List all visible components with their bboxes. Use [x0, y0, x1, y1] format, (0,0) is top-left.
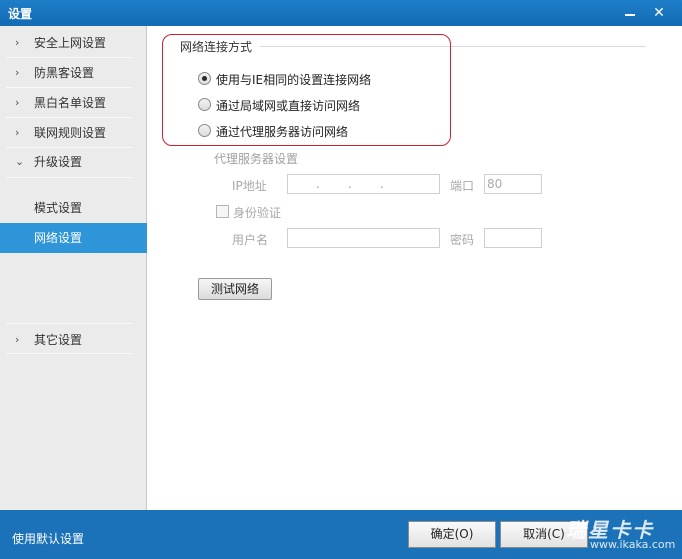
ip-separator: . — [380, 177, 384, 191]
auth-checkbox[interactable] — [216, 205, 229, 218]
sidebar-item-label: 防黑客设置 — [34, 66, 95, 80]
sidebar-subitem-label: 网络设置 — [34, 231, 83, 245]
title-bar: 设置 ✕ — [0, 0, 682, 26]
close-icon[interactable]: ✕ — [648, 3, 670, 23]
radio-label[interactable]: 通过局域网或直接访问网络 — [216, 97, 360, 114]
proxy-settings-title: 代理服务器设置 — [214, 152, 299, 166]
sidebar-item-other[interactable]: › 其它设置 — [0, 325, 147, 355]
radio-direct-lan[interactable] — [198, 98, 211, 111]
port-input[interactable]: 80 — [484, 174, 542, 194]
sidebar-item-blackwhitelist[interactable]: › 黑白名单设置 — [0, 88, 147, 118]
ip-label: IP地址 — [232, 179, 267, 193]
minimize-icon[interactable] — [619, 3, 641, 23]
sidebar-divider — [6, 353, 132, 354]
watermark-url: www.ikaka.com — [590, 538, 676, 551]
sidebar: › 安全上网设置 › 防黑客设置 › 黑白名单设置 › 联网规则设置 ⌄ 升级设… — [0, 26, 154, 510]
sidebar-item-label: 黑白名单设置 — [34, 96, 107, 110]
sidebar-item-label: 联网规则设置 — [34, 126, 107, 140]
sidebar-item-upgrade[interactable]: ⌄ 升级设置 — [0, 147, 147, 177]
sidebar-item-label: 升级设置 — [34, 155, 83, 169]
sidebar-item-network-rules[interactable]: › 联网规则设置 — [0, 118, 147, 148]
chevron-right-icon: › — [15, 66, 20, 79]
sidebar-item-security[interactable]: › 安全上网设置 — [0, 28, 147, 58]
sidebar-item-antihacker[interactable]: › 防黑客设置 — [0, 58, 147, 88]
watermark-logo: 瑞星卡卡 www.ikaka.com — [566, 514, 675, 551]
sidebar-subitem-network[interactable]: 网络设置 — [0, 223, 154, 253]
username-label: 用户名 — [232, 233, 269, 247]
password-input[interactable] — [484, 228, 542, 248]
port-label: 端口 — [450, 179, 475, 193]
ip-address-input[interactable]: . . . — [287, 174, 440, 194]
sidebar-subitem-mode[interactable]: 模式设置 — [0, 193, 147, 223]
chevron-down-icon: ⌄ — [15, 155, 25, 168]
ok-button[interactable]: 确定(O) — [408, 521, 496, 548]
radio-label[interactable]: 使用与IE相同的设置连接网络 — [216, 71, 371, 88]
sidebar-divider — [6, 177, 132, 178]
chevron-right-icon: › — [15, 36, 20, 49]
sidebar-item-label: 其它设置 — [34, 333, 83, 347]
chevron-right-icon: › — [15, 126, 20, 139]
chevron-right-icon: › — [15, 96, 20, 109]
radio-use-ie-settings[interactable] — [198, 72, 211, 85]
password-label: 密码 — [450, 233, 475, 247]
ip-separator: . — [316, 177, 320, 191]
test-network-button[interactable]: 测试网络 — [198, 278, 272, 300]
username-input[interactable] — [287, 228, 440, 248]
window-title: 设置 — [8, 7, 33, 21]
chevron-right-icon: › — [15, 333, 20, 346]
ip-separator: . — [348, 177, 352, 191]
sidebar-divider — [6, 323, 132, 324]
sidebar-subitem-label: 模式设置 — [34, 201, 83, 215]
auth-label: 身份验证 — [233, 206, 282, 220]
radio-label[interactable]: 通过代理服务器访问网络 — [216, 123, 348, 140]
radio-proxy-server[interactable] — [198, 124, 211, 137]
sidebar-item-label: 安全上网设置 — [34, 36, 107, 50]
default-settings-link[interactable]: 使用默认设置 — [12, 530, 84, 547]
